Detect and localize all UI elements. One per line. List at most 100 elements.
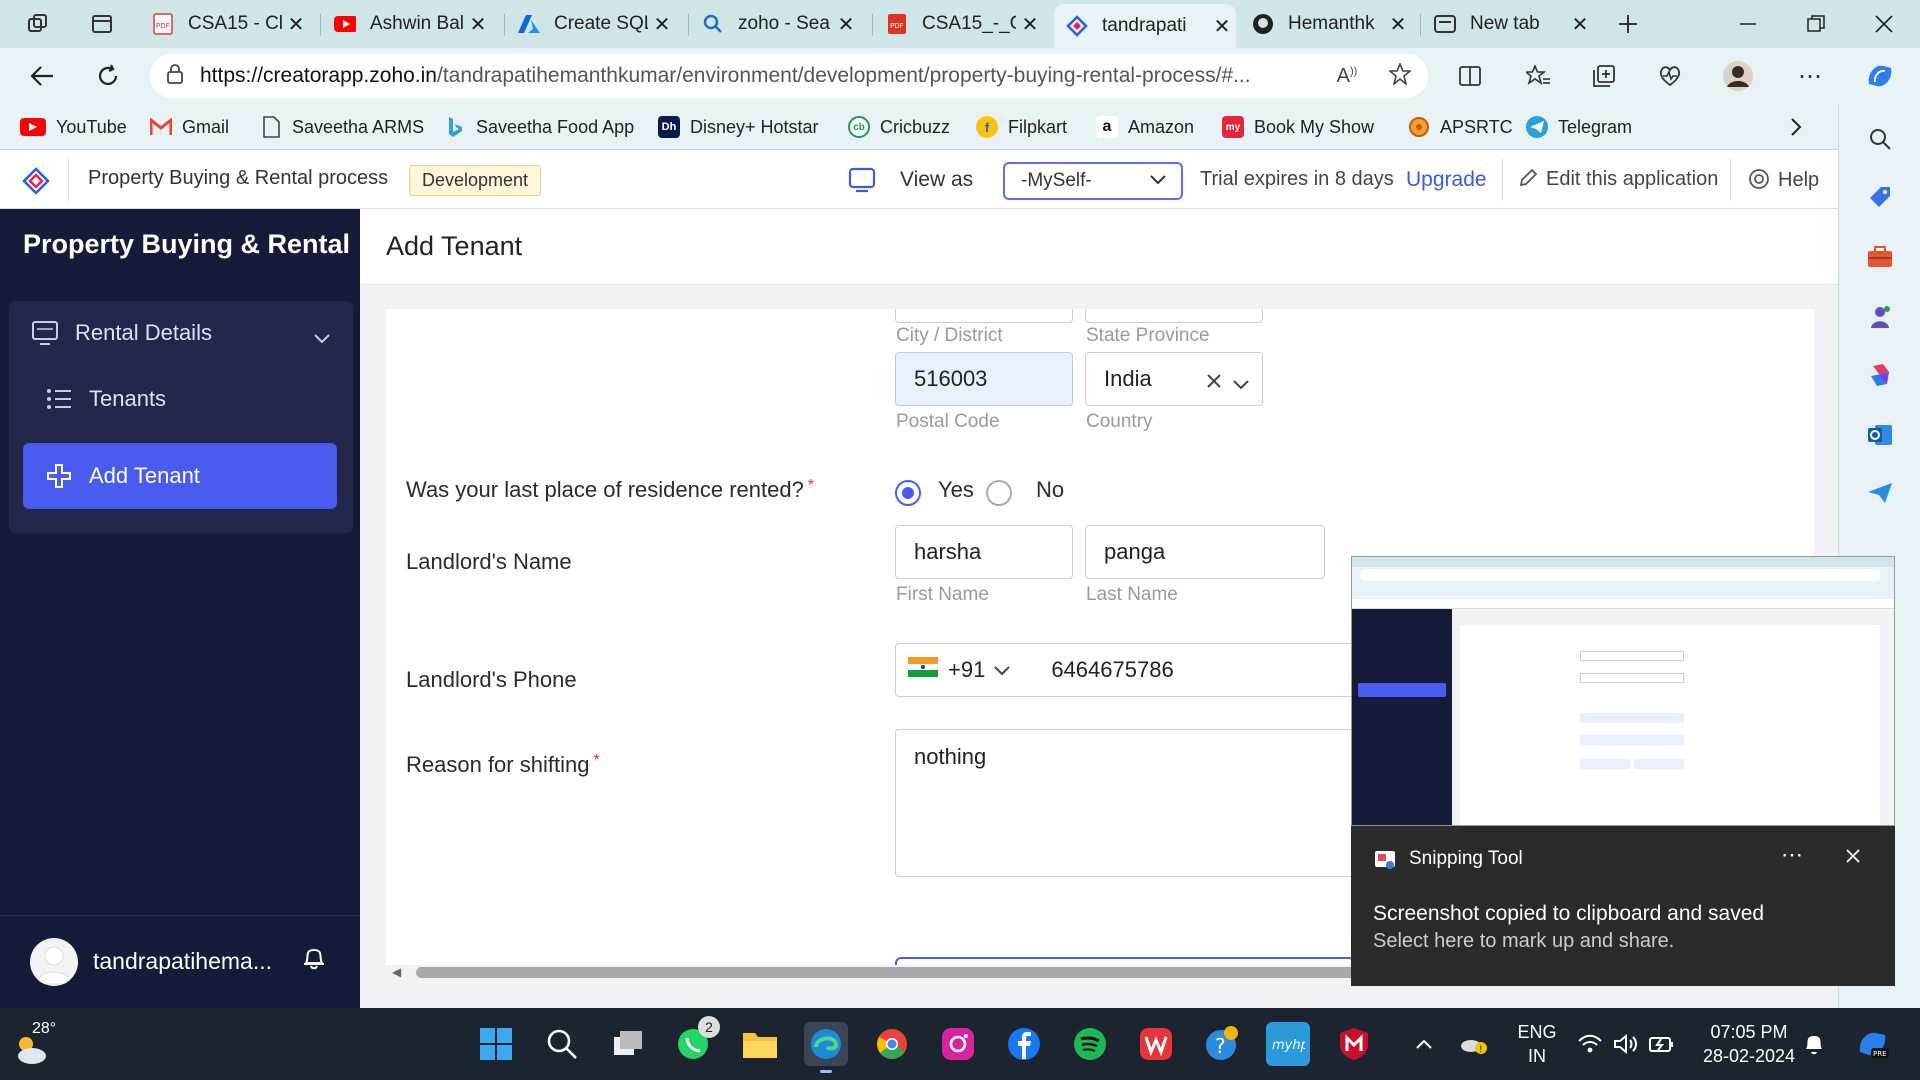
instagram-icon[interactable] (936, 1022, 980, 1066)
chrome-icon[interactable] (870, 1022, 914, 1066)
environment-badge[interactable]: Development (409, 165, 542, 196)
copilot-icon[interactable] (1862, 58, 1898, 94)
clock-date[interactable]: 28-02-2024 (1690, 1046, 1808, 1067)
search-icon[interactable] (1863, 122, 1897, 156)
windows-start-icon[interactable] (474, 1022, 518, 1066)
close-icon[interactable]: ✕ (832, 12, 860, 37)
games-icon[interactable] (1863, 300, 1897, 334)
onedrive-warning-icon[interactable]: ! (1456, 1022, 1492, 1066)
battery-charging-icon[interactable] (1644, 1022, 1680, 1066)
tray-chevron-up-icon[interactable] (1408, 1022, 1440, 1066)
browser-essentials-icon[interactable] (1652, 58, 1688, 94)
toast-more-icon[interactable]: ⋯ (1781, 842, 1803, 868)
close-icon[interactable]: ✕ (1016, 12, 1044, 37)
spotify-icon[interactable] (1068, 1022, 1112, 1066)
mcafee-icon[interactable] (1332, 1022, 1376, 1066)
read-aloud-icon[interactable]: A)) (1322, 65, 1372, 88)
postal-code-input[interactable]: 516003 (895, 352, 1073, 406)
whatsapp-icon[interactable]: 2 (672, 1016, 720, 1066)
first-name-input[interactable]: harsha (895, 525, 1073, 579)
view-as-dropdown[interactable]: -MySelf- (1003, 162, 1183, 200)
close-icon[interactable]: ✕ (1566, 12, 1594, 37)
clear-x-icon[interactable] (1206, 369, 1222, 395)
language-region[interactable]: IN (1514, 1046, 1560, 1067)
get-help-icon[interactable]: ? (1200, 1022, 1244, 1066)
lock-icon[interactable] (150, 63, 200, 89)
browser-tab[interactable]: zoho - Sea ✕ (690, 8, 860, 40)
more-options-icon[interactable]: ⋯ (1792, 58, 1828, 94)
nav-item-add-tenant[interactable]: Add Tenant (23, 443, 337, 509)
scroll-left-arrow-icon[interactable]: ◀ (392, 965, 401, 979)
bookmark-flipkart[interactable]: f Filpkart (976, 113, 1067, 141)
window-close-icon[interactable] (1852, 0, 1916, 48)
split-screen-icon[interactable] (1452, 58, 1488, 94)
edit-application-link[interactable]: Edit this application (1518, 168, 1718, 191)
screenshot-thumbnail[interactable] (1351, 556, 1895, 826)
new-tab-plus-icon[interactable] (1608, 4, 1648, 44)
zoho-creator-icon[interactable] (22, 167, 50, 200)
radio-yes[interactable] (895, 480, 921, 506)
last-name-input[interactable]: panga (1085, 525, 1325, 579)
chevron-down-icon[interactable] (993, 657, 1011, 683)
wps-office-icon[interactable] (1134, 1022, 1178, 1066)
notification-bell-icon[interactable] (1796, 1022, 1832, 1066)
country-select[interactable]: India (1085, 352, 1263, 406)
bookmark-amazon[interactable]: a Amazon (1096, 113, 1194, 141)
restore-icon[interactable] (1784, 0, 1848, 48)
refresh-icon[interactable] (88, 56, 128, 96)
workspaces-icon[interactable] (18, 4, 58, 44)
snipping-tool-notification[interactable]: Snipping Tool ⋯ Screenshot copied to cli… (1351, 826, 1895, 986)
back-icon[interactable] (22, 56, 62, 96)
nav-item-tenants[interactable]: Tenants (23, 367, 337, 431)
upgrade-link[interactable]: Upgrade (1406, 168, 1487, 192)
bell-icon[interactable] (302, 944, 326, 977)
radio-no[interactable] (986, 480, 1012, 506)
radio-yes-label[interactable]: Yes (938, 477, 974, 503)
help-link[interactable]: Help (1748, 168, 1819, 192)
microsoft-365-icon[interactable] (1863, 358, 1897, 392)
device-preview-icon[interactable] (848, 167, 876, 198)
send-drop-icon[interactable] (1863, 476, 1897, 510)
url-text[interactable]: https://creatorapp.zoho.in/tandrapatihem… (200, 64, 1322, 88)
collections-icon[interactable] (1586, 58, 1622, 94)
bookmarks-overflow-chevron-icon[interactable] (1790, 113, 1802, 141)
browser-tab[interactable]: New tab ✕ (1422, 8, 1594, 40)
close-icon[interactable]: ✕ (1208, 14, 1236, 39)
reason-textarea[interactable]: nothing (895, 729, 1355, 877)
minimize-icon[interactable] (1716, 0, 1780, 48)
browser-tab[interactable]: Ashwin Bal ✕ (322, 8, 492, 40)
close-icon[interactable]: ✕ (464, 12, 492, 37)
toast-close-icon[interactable] (1845, 844, 1861, 870)
close-icon[interactable]: ✕ (1384, 12, 1412, 37)
browser-tab[interactable]: PDF CSA15_-_C ✕ (874, 8, 1044, 40)
weather-widget[interactable]: 28° (12, 1020, 72, 1068)
wifi-icon[interactable] (1572, 1022, 1608, 1066)
task-view-icon[interactable] (606, 1022, 650, 1066)
taskbar-search-icon[interactable] (540, 1022, 584, 1066)
bookmark-apsrtc[interactable]: APSRTC (1408, 113, 1513, 141)
bookmark-saveetha-arms[interactable]: Saveetha ARMS (260, 113, 424, 141)
bookmark-hotstar[interactable]: Dh Disney+ Hotstar (658, 113, 819, 141)
close-icon[interactable]: ✕ (648, 12, 676, 37)
file-explorer-icon[interactable] (738, 1022, 782, 1066)
bookmark-cricbuzz[interactable]: cb Cricbuzz (848, 113, 950, 141)
tab-actions-icon[interactable] (82, 4, 122, 44)
outlook-icon[interactable] (1863, 418, 1897, 452)
nav-section-header[interactable]: Rental Details (9, 301, 353, 365)
edge-browser-icon[interactable] (804, 1022, 848, 1073)
profile-avatar[interactable] (1720, 58, 1756, 94)
clock-time[interactable]: 07:05 PM (1690, 1022, 1808, 1043)
bookmark-bookmyshow[interactable]: my Book My Show (1222, 113, 1374, 141)
url-bar[interactable]: https://creatorapp.zoho.in/tandrapatihem… (150, 54, 1428, 98)
facebook-icon[interactable] (1002, 1022, 1046, 1066)
state-input[interactable] (1085, 309, 1263, 323)
country-code[interactable]: +91 (948, 657, 985, 683)
browser-tab-active[interactable]: tandrapati ✕ (1054, 4, 1236, 48)
city-input[interactable] (895, 309, 1073, 323)
user-profile-bar[interactable]: tandrapatihema... (0, 915, 360, 1008)
favorites-icon[interactable] (1520, 58, 1556, 94)
radio-no-label[interactable]: No (1036, 477, 1064, 503)
browser-tab[interactable]: Create SQL ✕ (506, 8, 676, 40)
close-icon[interactable]: ✕ (282, 12, 310, 37)
avatar[interactable] (30, 938, 78, 986)
